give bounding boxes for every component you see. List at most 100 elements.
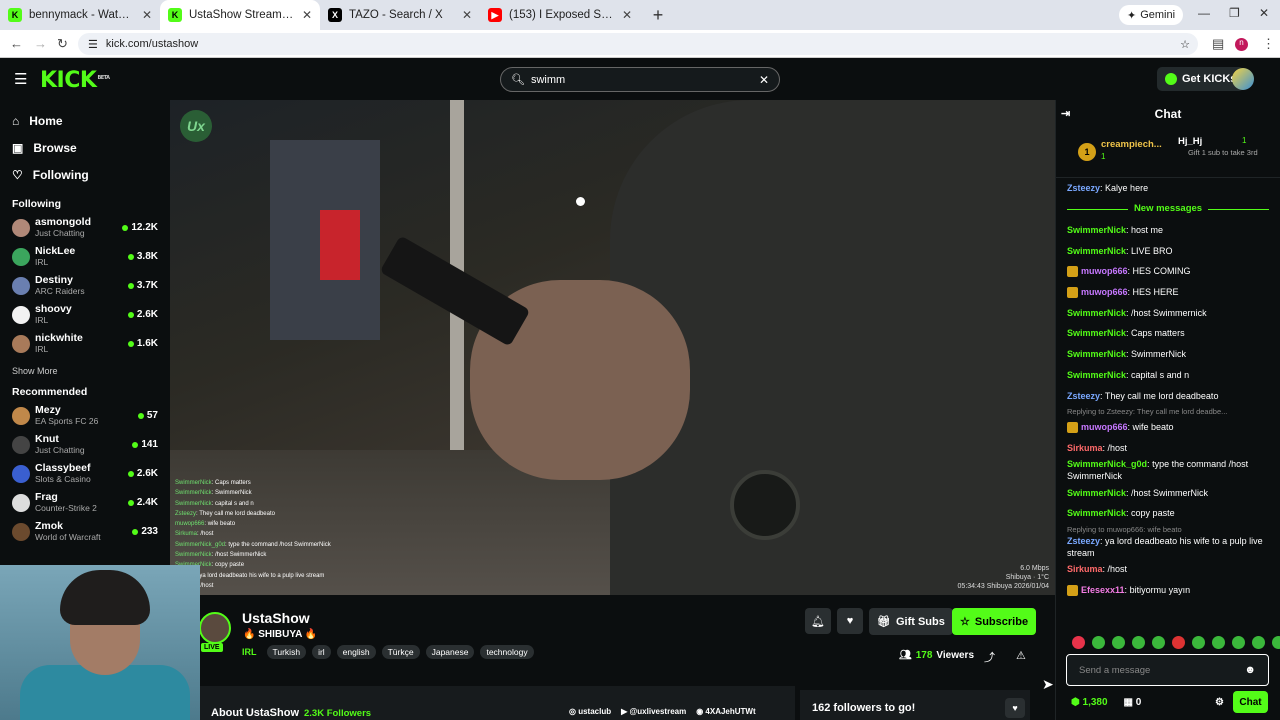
chat-username[interactable]: muwop666 (1081, 422, 1128, 432)
video-player[interactable]: Ux SwimmerNick: Caps matters SwimmerNick:… (170, 100, 1055, 595)
sidebar-channel[interactable]: Knut Just Chatting 141 (0, 430, 170, 459)
gemini-button[interactable]: ✦ Gemini (1119, 5, 1184, 25)
emote-icon[interactable] (1152, 636, 1165, 649)
hamburger-menu-icon[interactable]: ☰ (14, 70, 27, 88)
browser-tab[interactable]: ▶ (153) I Exposed Scammers in To ✕ (480, 0, 640, 30)
emote-icon[interactable] (1132, 636, 1145, 649)
sidebar-channel[interactable]: Mezy EA Sports FC 26 57 (0, 401, 170, 430)
chat-username[interactable]: SwimmerNick (1067, 308, 1126, 318)
maximize-icon[interactable]: ❐ (1229, 6, 1240, 20)
chat-username[interactable]: SwimmerNick (1067, 370, 1126, 380)
emoji-icon[interactable]: ☻ (1244, 664, 1256, 676)
chat-username[interactable]: SwimmerNick (1067, 328, 1126, 338)
subscribe-button[interactable]: ☆ Subscribe (952, 608, 1037, 635)
chat-input[interactable]: Send a message ☻ (1066, 654, 1269, 686)
sidebar-channel[interactable]: nickwhite IRL 1.6K (0, 329, 170, 358)
tab-close-icon[interactable]: ✕ (142, 8, 152, 22)
sidebar-channel[interactable]: Frag Counter-Strike 2 2.4K (0, 488, 170, 517)
url-field[interactable]: ☰ kick.com/ustashow ☆ (78, 33, 1198, 55)
chat-username[interactable]: Zsteezy (1067, 391, 1100, 401)
browser-tab[interactable]: Kbennymack - Watch the VOD o ✕ (0, 0, 160, 30)
send-chat-button[interactable]: Chat (1233, 691, 1268, 713)
channel-name[interactable]: UstaShow (242, 610, 310, 626)
emote-icon[interactable] (1092, 636, 1105, 649)
forward-icon[interactable]: → (34, 36, 47, 51)
sidebar-channel[interactable]: shoovy IRL 2.6K (0, 300, 170, 329)
nav-home[interactable]: ⌂ Home (12, 107, 158, 134)
sidebar-channel[interactable]: asmongold Just Chatting 12.2K (0, 213, 170, 242)
chat-username[interactable]: SwimmerNick (1067, 349, 1126, 359)
tab-close-icon[interactable]: ✕ (462, 8, 472, 22)
chat-username[interactable]: SwimmerNick (1067, 246, 1126, 256)
stream-tag[interactable]: Turkish (266, 645, 307, 659)
social-link[interactable]: ◎ ustaclub (569, 707, 611, 716)
notification-bell-button[interactable]: 🔔︎ (805, 608, 831, 634)
emote-icon[interactable] (1252, 636, 1265, 649)
chat-username[interactable]: Sirkuma (1067, 564, 1103, 574)
stream-tag[interactable]: irl (312, 645, 331, 659)
points-balance[interactable]: ▦ 0 (1124, 697, 1142, 708)
chat-username[interactable]: SwimmerNick (1067, 225, 1126, 235)
back-icon[interactable]: ← (10, 36, 23, 51)
nav-browse[interactable]: ▣ Browse (12, 134, 158, 161)
leader-name[interactable]: creampiech... (1101, 139, 1162, 150)
emote-icon[interactable] (1072, 636, 1085, 649)
social-link[interactable]: ▶ @uxlivestream (621, 707, 686, 716)
profile-avatar[interactable]: n (1235, 38, 1248, 51)
channel-avatar[interactable] (199, 612, 231, 644)
kick-logo[interactable]: KICKBETA (40, 68, 110, 93)
chat-username[interactable]: SwimmerNick_g0d (1067, 459, 1147, 469)
chat-username[interactable]: muwop666 (1081, 287, 1128, 297)
clear-search-icon[interactable]: ✕ (759, 73, 769, 87)
tab-close-icon[interactable]: ✕ (302, 8, 312, 22)
emote-icon[interactable] (1112, 636, 1125, 649)
stream-tag[interactable]: english (336, 645, 376, 659)
close-window-icon[interactable]: ✕ (1259, 6, 1269, 20)
extensions-icon[interactable]: ▤ (1212, 36, 1224, 52)
minimize-icon[interactable]: — (1198, 6, 1210, 20)
stream-tag[interactable]: Japanese (425, 645, 475, 659)
category-link[interactable]: IRL (242, 647, 257, 657)
browser-menu-icon[interactable]: ⋮ (1262, 36, 1275, 52)
follow-heart-button[interactable]: ♥ (837, 608, 863, 634)
site-info-icon[interactable]: ☰ (88, 38, 98, 51)
chat-settings-icon[interactable]: ⚙ (1215, 697, 1224, 708)
chat-username[interactable]: muwop666 (1081, 266, 1128, 276)
emote-icon[interactable] (1172, 636, 1185, 649)
kicks-balance[interactable]: ⬢ 1,380 (1071, 697, 1108, 708)
chat-username[interactable]: SwimmerNick (1067, 508, 1126, 518)
nav-following[interactable]: ♡ Following (12, 161, 158, 188)
social-link[interactable]: ◉ 4XAJehUTWt (696, 707, 755, 716)
new-tab-button[interactable]: + (646, 5, 670, 26)
emote-icon[interactable] (1232, 636, 1245, 649)
share-icon[interactable]: ⤴ (984, 649, 995, 665)
search-input[interactable]: 🔍︎ swimm ✕ (500, 67, 780, 92)
chat-username[interactable]: Zsteezy (1067, 536, 1100, 546)
second-name[interactable]: Hj_Hj (1178, 136, 1202, 147)
collapse-chat-icon[interactable]: ⇥ (1061, 107, 1070, 120)
emote-icon[interactable] (1212, 636, 1225, 649)
sidebar-channel[interactable]: Destiny ARC Raiders 3.7K (0, 271, 170, 300)
reload-icon[interactable]: ↻ (57, 36, 68, 52)
sidebar-channel[interactable]: NickLee IRL 3.8K (0, 242, 170, 271)
stream-tag[interactable]: Türkçe (381, 645, 420, 659)
emote-icon[interactable] (1192, 636, 1205, 649)
goal-heart-icon[interactable]: ♥ (1005, 698, 1025, 718)
sidebar-channel[interactable]: Classybeef Slots & Casino 2.6K (0, 459, 170, 488)
channel-avatar (12, 522, 30, 541)
chat-username[interactable]: Sirkuma (1067, 443, 1103, 453)
browser-tab[interactable]: K UstaShow Stream - Watch L ✕ (160, 0, 320, 30)
report-icon[interactable]: ⚠ (1016, 649, 1026, 662)
bookmark-star-icon[interactable]: ☆ (1180, 38, 1190, 51)
sidebar-channel[interactable]: Zmok World of Warcraft 233 (0, 517, 170, 546)
show-more-link[interactable]: Show More (0, 358, 170, 383)
chat-username[interactable]: Efesexx11 (1081, 585, 1125, 595)
browser-tab[interactable]: X TAZO - Search / X ✕ (320, 0, 480, 30)
chat-username[interactable]: SwimmerNick (1067, 488, 1126, 498)
emote-icon[interactable] (1272, 636, 1280, 649)
gift-subs-button[interactable]: 🎁︎ Gift Subs (869, 608, 953, 635)
user-avatar[interactable] (1232, 68, 1254, 90)
chat-username[interactable]: Zsteezy (1067, 183, 1100, 193)
stream-tag[interactable]: technology (480, 645, 534, 659)
tab-close-icon[interactable]: ✕ (622, 8, 632, 22)
